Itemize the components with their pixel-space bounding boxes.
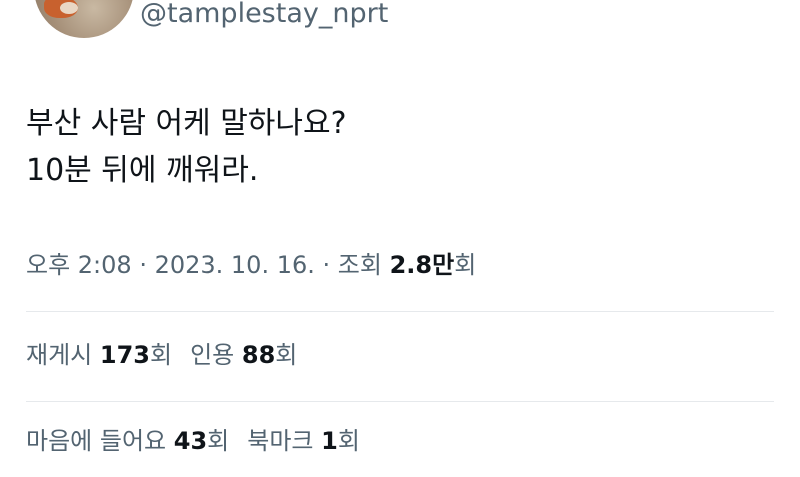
reposts-suffix: 회 <box>149 341 173 369</box>
stats-row-engagement: 재게시 173회 인용 88회 <box>26 338 315 372</box>
reposts-stat[interactable]: 재게시 173회 <box>26 341 172 369</box>
avatar[interactable] <box>34 0 134 38</box>
likes-count: 43 <box>173 427 208 455</box>
fox-image-fragment-light <box>60 2 78 14</box>
reposts-label: 재게시 <box>26 341 100 369</box>
meta-separator: · <box>314 251 338 279</box>
author-handle[interactable]: @tamplestay_nprt <box>140 0 388 28</box>
quotes-count: 88 <box>241 341 276 369</box>
divider <box>26 401 774 402</box>
bookmarks-suffix: 회 <box>337 427 360 455</box>
bookmarks-stat[interactable]: 북마크 1회 <box>247 427 360 455</box>
stats-row-likes: 마음에 들어요 43회 북마크 1회 <box>26 424 378 458</box>
bookmarks-label: 북마크 <box>247 427 322 455</box>
quotes-label: 인용 <box>190 341 242 369</box>
likes-label: 마음에 들어요 <box>26 427 174 455</box>
tweet-time[interactable]: 오후 2:08 <box>26 251 132 279</box>
tweet-text: 부산 사람 어케 말하나요? 10분 뒤에 깨워라. <box>26 100 347 194</box>
meta-separator: · <box>131 251 155 279</box>
reposts-count: 173 <box>99 341 150 369</box>
tweet-line-1: 부산 사람 어케 말하나요? <box>26 106 347 141</box>
views-count: 2.8만 <box>389 251 455 279</box>
views-label: 조회 <box>337 251 390 279</box>
tweet-date[interactable]: 2023. 10. 16. <box>155 251 315 279</box>
likes-stat[interactable]: 마음에 들어요 43회 <box>26 427 229 455</box>
quotes-suffix: 회 <box>275 341 298 369</box>
divider <box>26 311 774 312</box>
views-suffix: 회 <box>454 251 477 279</box>
likes-suffix: 회 <box>207 427 230 455</box>
bookmarks-count: 1 <box>321 427 338 455</box>
quotes-stat[interactable]: 인용 88회 <box>190 341 297 369</box>
tweet-meta: 오후 2:08 · 2023. 10. 16. · 조회 2.8만회 <box>26 248 476 282</box>
tweet-line-2: 10분 뒤에 깨워라. <box>26 153 259 188</box>
